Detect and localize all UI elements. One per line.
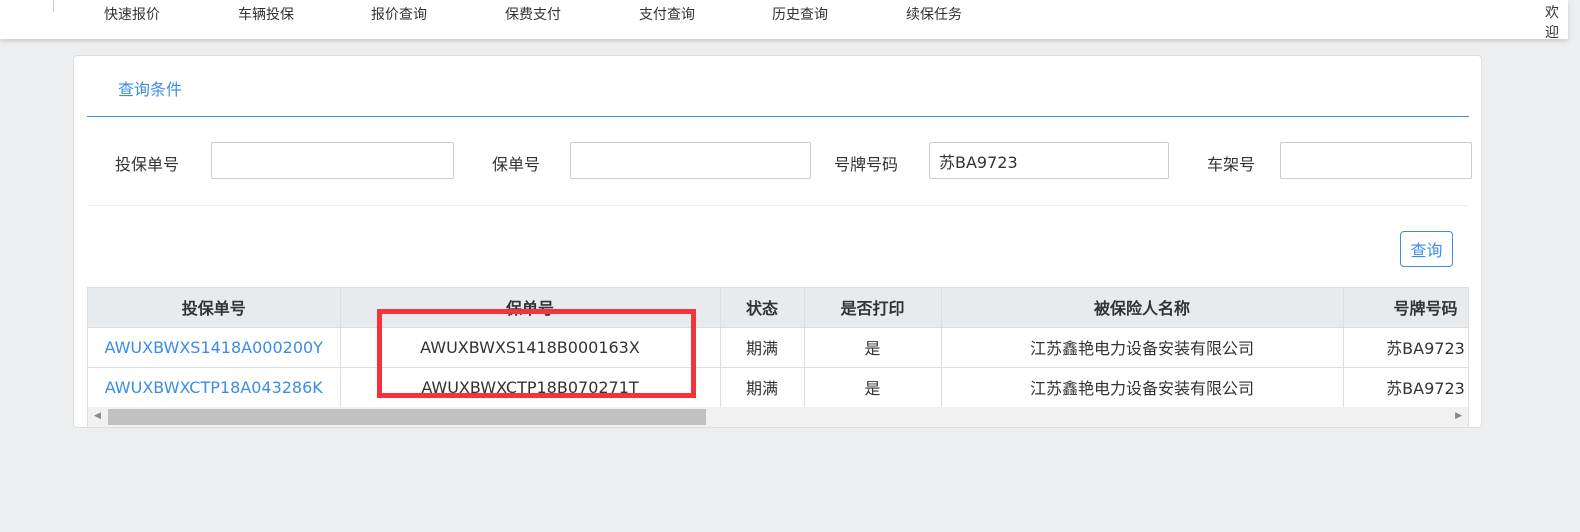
nav-renewal-tasks[interactable]: 续保任务 xyxy=(906,4,962,24)
nav-quick-quote[interactable]: 快速报价 xyxy=(104,4,160,24)
plate-input[interactable] xyxy=(929,142,1169,179)
nav-premium-pay[interactable]: 保费支付 xyxy=(505,4,561,24)
proposal-no-link[interactable]: AWUXBWXCTP18A043286K xyxy=(88,366,341,407)
top-nav: 快速报价 车辆投保 报价查询 保费支付 支付查询 历史查询 续保任务 欢迎 xyxy=(0,0,1568,41)
scroll-right-icon[interactable]: ▶ xyxy=(1455,411,1462,421)
tab-query-conditions[interactable]: 查询条件 xyxy=(118,76,182,100)
insured-name-cell: 江苏鑫艳电力设备安装有限公司 xyxy=(941,366,1344,407)
plate-label: 号牌号码 xyxy=(834,155,899,174)
proposal-no-label: 投保单号 xyxy=(115,155,180,174)
insured-name-cell: 江苏鑫艳电力设备安装有限公司 xyxy=(941,326,1344,367)
nav-history-query[interactable]: 历史查询 xyxy=(772,4,828,24)
nav-payment-query[interactable]: 支付查询 xyxy=(639,4,695,24)
header-status: 状态 xyxy=(720,288,805,327)
policy-no-label: 保单号 xyxy=(492,155,541,174)
table-row: AWUXBWXS1418A000200Y AWUXBWXS1418B000163… xyxy=(88,326,1468,367)
divider xyxy=(87,205,1469,206)
table-row: AWUXBWXCTP18A043286K AWUXBWXCTP18B070271… xyxy=(88,366,1468,407)
welcome-text: 欢迎 xyxy=(1545,5,1559,41)
divider xyxy=(53,0,54,12)
plate-cell: 苏BA9723 xyxy=(1343,366,1468,407)
vin-label: 车架号 xyxy=(1207,155,1256,174)
plate-cell: 苏BA9723 xyxy=(1343,326,1468,367)
proposal-no-link[interactable]: AWUXBWXS1418A000200Y xyxy=(88,326,341,367)
proposal-no-input[interactable] xyxy=(211,142,454,179)
query-panel: 查询条件 投保单号 保单号 号牌号码 车架号 查询 投保单号 保单号 状态 是否… xyxy=(73,55,1482,428)
nav-quote-query[interactable]: 报价查询 xyxy=(371,4,427,24)
vin-input[interactable] xyxy=(1280,142,1472,179)
table-header: 投保单号 保单号 状态 是否打印 被保险人名称 号牌号码 xyxy=(88,288,1468,327)
results-table: 投保单号 保单号 状态 是否打印 被保险人名称 号牌号码 AWUXBWXS141… xyxy=(87,287,1469,428)
header-proposal-no: 投保单号 xyxy=(88,288,341,327)
printed-cell: 是 xyxy=(804,366,942,407)
header-plate: 号牌号码 xyxy=(1343,288,1468,327)
status-cell: 期满 xyxy=(720,366,805,407)
scroll-left-icon[interactable]: ◀ xyxy=(94,411,101,421)
scrollbar-thumb[interactable] xyxy=(108,409,706,425)
query-button[interactable]: 查询 xyxy=(1400,231,1453,267)
header-insured-name: 被保险人名称 xyxy=(941,288,1344,327)
highlight-box xyxy=(377,309,696,398)
status-cell: 期满 xyxy=(720,326,805,367)
header-printed: 是否打印 xyxy=(804,288,942,327)
tab-underline xyxy=(87,116,1469,117)
nav-vehicle-insure[interactable]: 车辆投保 xyxy=(238,4,294,24)
horizontal-scrollbar[interactable]: ◀ ▶ xyxy=(88,407,1468,427)
policy-no-input[interactable] xyxy=(570,142,811,179)
printed-cell: 是 xyxy=(804,326,942,367)
